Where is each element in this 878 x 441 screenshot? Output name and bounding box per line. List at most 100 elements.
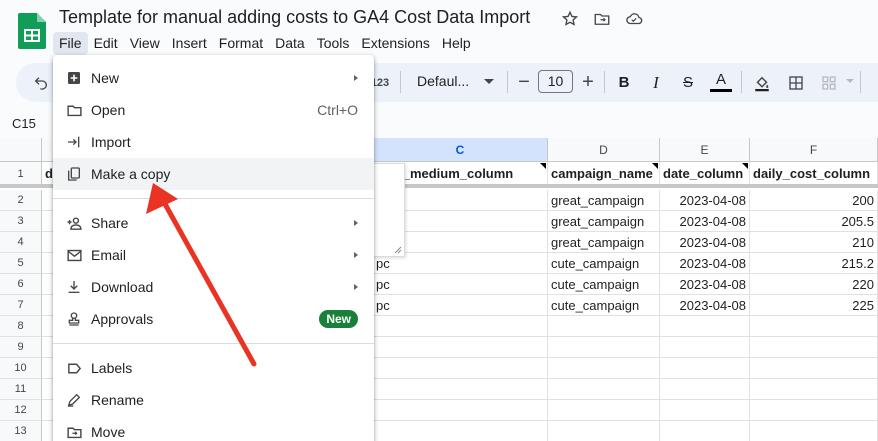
grid-cell[interactable] [750,379,878,400]
grid-cell[interactable]: pc [373,274,548,295]
grid-cell[interactable] [660,316,750,337]
grid-cell[interactable] [750,400,878,421]
column-header-c[interactable]: C [373,138,548,162]
header-cell-d[interactable]: campaign_name [548,162,660,186]
header-cell-e[interactable]: date_column [660,162,750,186]
header-cell-f[interactable]: daily_cost_column [750,162,878,186]
merge-cells-icon[interactable] [818,63,840,102]
grid-cell[interactable]: 2023-04-08 [660,274,750,295]
grid-cell[interactable] [548,400,660,421]
grid-cell[interactable]: 2023-04-08 [660,232,750,253]
grid-cell[interactable] [660,379,750,400]
grid-cell[interactable] [373,316,548,337]
menu-extensions[interactable]: Extensions [355,32,435,55]
row-header-4[interactable]: 4 [0,232,42,253]
row-header-11[interactable]: 11 [0,379,42,400]
grid-cell[interactable]: 2023-04-08 [660,295,750,316]
grid-cell[interactable]: cute_campaign [548,253,660,274]
grid-cell[interactable] [660,337,750,358]
grid-cell[interactable] [750,337,878,358]
name-box[interactable]: C15 [12,116,36,131]
grid-cell[interactable]: 200 [750,190,878,211]
cloud-status-icon[interactable] [624,9,644,29]
row-header-12[interactable]: 12 [0,400,42,421]
grid-cell[interactable]: 220 [750,274,878,295]
resize-handle-icon[interactable] [394,246,402,254]
menu-item-share[interactable]: Share [53,207,374,239]
row-header-6[interactable]: 6 [0,274,42,295]
menu-item-open[interactable]: Open Ctrl+O [53,94,374,126]
font-size-input[interactable]: 10 [538,70,573,93]
menu-item-labels[interactable]: Labels [53,352,374,384]
bold-icon[interactable]: B [614,63,634,102]
cell-note-box[interactable] [372,163,405,257]
merge-dropdown-icon[interactable] [846,79,854,83]
document-title[interactable]: Template for manual adding costs to GA4 … [59,7,530,28]
menu-item-rename[interactable]: Rename [53,384,374,416]
row-header-2[interactable]: 2 [0,190,42,211]
grid-cell[interactable] [373,421,548,441]
grid-cell[interactable] [660,421,750,441]
grid-cell[interactable]: 2023-04-08 [660,253,750,274]
row-header-8[interactable]: 8 [0,316,42,337]
row-header-1[interactable]: 1 [0,162,42,186]
grid-cell[interactable]: cute_campaign [548,274,660,295]
grid-cell[interactable] [660,358,750,379]
menu-item-new[interactable]: New [53,62,374,94]
grid-cell[interactable]: 2023-04-08 [660,211,750,232]
menu-file[interactable]: File [53,32,88,55]
row-header-5[interactable]: 5 [0,253,42,274]
grid-cell[interactable] [548,421,660,441]
row-header-13[interactable]: 13 [0,421,42,441]
menu-help[interactable]: Help [436,32,477,55]
grid-cell[interactable]: great_campaign [548,232,660,253]
grid-cell[interactable] [750,358,878,379]
move-folder-icon[interactable] [592,9,612,29]
menu-item-make-a-copy[interactable]: Make a copy [53,158,374,190]
grid-cell[interactable] [548,337,660,358]
grid-cell[interactable] [373,358,548,379]
menu-insert[interactable]: Insert [166,32,213,55]
font-family-select[interactable]: Defaul... [417,73,469,89]
fill-color-icon[interactable] [751,63,773,102]
menu-data[interactable]: Data [269,32,311,55]
grid-cell[interactable] [750,316,878,337]
column-header-f[interactable]: F [750,138,878,162]
grid-cell[interactable]: 210 [750,232,878,253]
grid-cell[interactable]: great_campaign [548,211,660,232]
menu-item-import[interactable]: Import [53,126,374,158]
row-header-7[interactable]: 7 [0,295,42,316]
strikethrough-icon[interactable]: S [678,63,698,102]
column-header-d[interactable]: D [548,138,660,162]
row-header-9[interactable]: 9 [0,337,42,358]
grid-cell[interactable]: great_campaign [548,190,660,211]
grid-cell[interactable]: pc [373,295,548,316]
select-all-corner[interactable] [0,138,42,162]
grid-cell[interactable] [373,379,548,400]
decrease-font-size-icon[interactable]: − [515,63,533,102]
menu-item-download[interactable]: Download [53,271,374,303]
grid-cell[interactable]: 215.2 [750,253,878,274]
menu-item-move[interactable]: Move [53,416,374,441]
grid-cell[interactable] [373,400,548,421]
increase-font-size-icon[interactable]: + [579,63,597,102]
grid-cell[interactable]: cute_campaign [548,295,660,316]
grid-cell[interactable]: 2023-04-08 [660,190,750,211]
grid-cell[interactable] [660,400,750,421]
grid-cell[interactable] [548,379,660,400]
menu-format[interactable]: Format [213,32,269,55]
grid-cell[interactable]: 225 [750,295,878,316]
menu-edit[interactable]: Edit [88,32,124,55]
menu-view[interactable]: View [124,32,166,55]
grid-cell[interactable] [548,358,660,379]
row-header-10[interactable]: 10 [0,358,42,379]
text-color-icon[interactable]: A [709,63,733,102]
borders-icon[interactable] [785,63,807,102]
undo-icon[interactable] [30,63,52,102]
grid-cell[interactable] [750,421,878,441]
column-header-e[interactable]: E [660,138,750,162]
grid-cell[interactable]: 205.5 [750,211,878,232]
menu-item-email[interactable]: Email [53,239,374,271]
chevron-down-icon[interactable] [484,79,494,84]
menu-tools[interactable]: Tools [311,32,356,55]
